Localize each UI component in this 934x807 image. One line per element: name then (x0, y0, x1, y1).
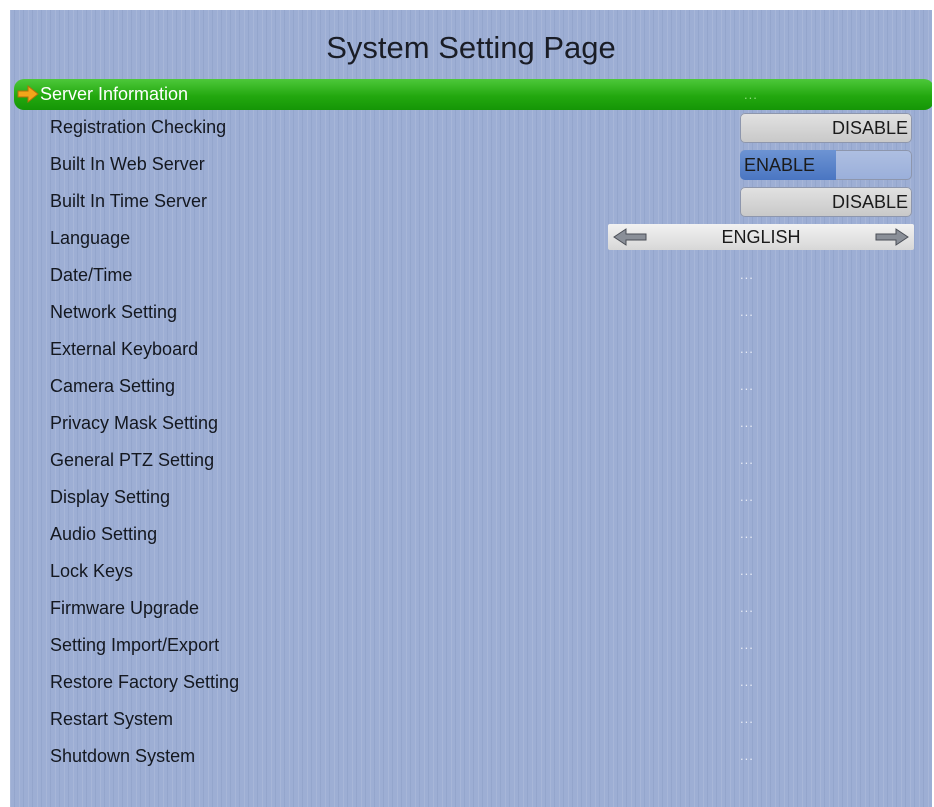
menu-item-firmware-upgrade[interactable]: Firmware Upgrade ... (10, 590, 932, 626)
menu-item-label: Setting Import/Export (50, 635, 220, 655)
submenu-ellipsis: ... (740, 267, 754, 282)
menu-item-registration-checking[interactable]: Registration Checking DISABLE (10, 109, 932, 145)
submenu-ellipsis: ... (740, 452, 754, 467)
submenu-ellipsis: ... (740, 637, 754, 652)
menu-item-label: Server Information (40, 84, 189, 104)
web-server-toggle[interactable]: ENABLE (740, 150, 912, 180)
menu-item-label: Privacy Mask Setting (50, 413, 219, 433)
toggle-value: DISABLE (831, 118, 908, 138)
menu-item-label: Firmware Upgrade (50, 598, 200, 618)
menu-item-privacy-mask-setting[interactable]: Privacy Mask Setting ... (10, 405, 932, 441)
toggle-value: DISABLE (831, 192, 908, 212)
submenu-ellipsis: ... (740, 304, 754, 319)
menu-item-restore-factory-setting[interactable]: Restore Factory Setting ... (10, 664, 932, 700)
toggle-value: ENABLE (744, 155, 816, 175)
menu-item-date-time[interactable]: Date/Time ... (10, 257, 932, 293)
menu-item-label: Camera Setting (50, 376, 176, 396)
arrow-right-icon (17, 85, 39, 103)
submenu-ellipsis: ... (740, 711, 754, 726)
menu-item-shutdown-system[interactable]: Shutdown System ... (10, 738, 932, 774)
submenu-ellipsis: ... (740, 674, 754, 689)
menu-item-language[interactable]: Language ENGLISH (10, 220, 932, 256)
menu-item-label: External Keyboard (50, 339, 199, 359)
menu-item-general-ptz-setting[interactable]: General PTZ Setting ... (10, 442, 932, 478)
menu-item-network-setting[interactable]: Network Setting ... (10, 294, 932, 330)
menu-item-label: Display Setting (50, 487, 171, 507)
menu-item-label: Date/Time (50, 265, 133, 285)
menu-item-label: Network Setting (50, 302, 178, 322)
menu-item-label: Language (50, 228, 131, 248)
menu-item-label: Built In Web Server (50, 154, 205, 174)
menu-item-setting-import-export[interactable]: Setting Import/Export ... (10, 627, 932, 663)
menu-item-label: Restart System (50, 709, 174, 729)
menu-item-label: Lock Keys (50, 561, 134, 581)
submenu-ellipsis: ... (740, 378, 754, 393)
submenu-ellipsis: ... (744, 87, 758, 102)
menu-item-label: Built In Time Server (50, 191, 208, 211)
menu-item-lock-keys[interactable]: Lock Keys ... (10, 553, 932, 589)
menu-item-label: Registration Checking (50, 117, 227, 137)
menu-item-external-keyboard[interactable]: External Keyboard ... (10, 331, 932, 367)
registration-checking-toggle[interactable]: DISABLE (740, 113, 912, 143)
menu-item-built-in-web-server[interactable]: Built In Web Server ENABLE (10, 146, 932, 182)
submenu-ellipsis: ... (740, 341, 754, 356)
menu-item-label: Restore Factory Setting (50, 672, 240, 692)
submenu-ellipsis: ... (740, 415, 754, 430)
menu-item-display-setting[interactable]: Display Setting ... (10, 479, 932, 515)
submenu-ellipsis: ... (740, 600, 754, 615)
language-value: ENGLISH (721, 227, 801, 247)
language-selector[interactable]: ENGLISH (608, 224, 914, 250)
menu-item-camera-setting[interactable]: Camera Setting ... (10, 368, 932, 404)
menu-item-label: Audio Setting (50, 524, 158, 544)
submenu-ellipsis: ... (740, 563, 754, 578)
menu-item-audio-setting[interactable]: Audio Setting ... (10, 516, 932, 552)
arrow-right-icon[interactable] (874, 227, 910, 247)
menu-item-built-in-time-server[interactable]: Built In Time Server DISABLE (10, 183, 932, 219)
system-setting-panel: System Setting Page Server Information .… (10, 10, 932, 807)
menu-item-restart-system[interactable]: Restart System ... (10, 701, 932, 737)
menu-item-label: Shutdown System (50, 746, 196, 766)
submenu-ellipsis: ... (740, 526, 754, 541)
time-server-toggle[interactable]: DISABLE (740, 187, 912, 217)
menu-item-server-information[interactable]: Server Information ... (14, 79, 932, 110)
page-title: System Setting Page (326, 30, 616, 65)
menu-item-label: General PTZ Setting (50, 450, 215, 470)
submenu-ellipsis: ... (740, 489, 754, 504)
submenu-ellipsis: ... (740, 748, 754, 763)
